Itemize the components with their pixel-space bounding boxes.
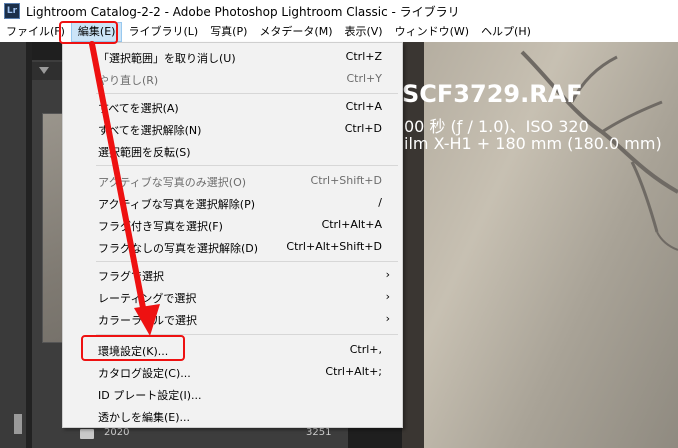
annotation-arrow [89, 41, 160, 336]
